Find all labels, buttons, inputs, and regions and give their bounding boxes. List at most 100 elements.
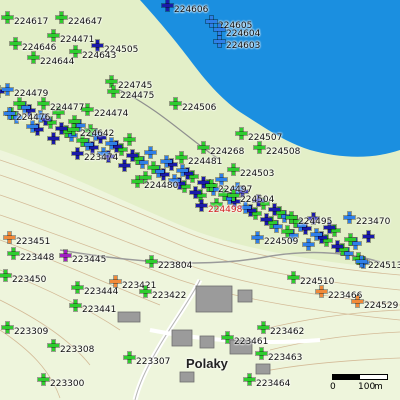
plus-marker-icon bbox=[261, 214, 272, 225]
marker-label: 224474 bbox=[94, 109, 129, 119]
marker-label: 224475 bbox=[120, 91, 155, 101]
marker-label: 223463 bbox=[268, 353, 303, 363]
marker-label: 224606 bbox=[174, 5, 209, 15]
marker-label: 223300 bbox=[50, 379, 85, 389]
marker-label: 223448 bbox=[20, 253, 55, 263]
marker-label: 224509 bbox=[264, 237, 299, 247]
scale-unit: m bbox=[374, 382, 383, 392]
plus-marker-icon bbox=[269, 204, 280, 215]
plus-marker-icon bbox=[344, 212, 355, 223]
marker-label: 224503 bbox=[240, 169, 275, 179]
marker-label: 223470 bbox=[356, 217, 391, 227]
plus-marker-icon bbox=[70, 46, 81, 57]
plus-marker-icon bbox=[106, 137, 117, 149]
plus-marker-icon bbox=[10, 38, 21, 49]
marker-label: 223450 bbox=[12, 275, 47, 285]
marker-label: 223308 bbox=[60, 345, 95, 355]
plus-marker-icon bbox=[82, 104, 93, 115]
marker-label: 223441 bbox=[82, 305, 117, 315]
plus-marker-icon bbox=[48, 340, 59, 351]
marker-label: 223474 bbox=[84, 153, 119, 163]
marker-label: 224476 bbox=[16, 113, 51, 123]
marker-label: 224644 bbox=[40, 57, 75, 67]
plus-marker-icon bbox=[332, 241, 343, 252]
plus-marker-icon bbox=[311, 228, 322, 240]
marker-label: 224495 bbox=[298, 217, 333, 227]
plus-marker-icon bbox=[316, 286, 327, 297]
marker-label: 223307 bbox=[136, 357, 171, 367]
plus-marker-icon bbox=[2, 84, 13, 95]
marker-label: 224504 bbox=[240, 195, 275, 205]
plus-marker-icon bbox=[258, 322, 269, 333]
plus-marker-icon bbox=[254, 142, 265, 153]
plus-marker-icon bbox=[56, 123, 67, 134]
plus-marker-icon bbox=[282, 226, 293, 238]
plus-marker-icon bbox=[124, 134, 135, 146]
plus-marker-icon bbox=[92, 40, 103, 51]
plus-marker-icon bbox=[38, 374, 49, 385]
plus-marker-icon bbox=[132, 176, 143, 187]
marker-label: 224481 bbox=[188, 157, 223, 167]
marker-label: 223309 bbox=[14, 327, 49, 337]
marker-label: 224642 bbox=[80, 129, 115, 139]
plus-marker-icon bbox=[345, 234, 356, 246]
plus-marker-icon bbox=[4, 232, 15, 243]
plus-marker-icon bbox=[236, 128, 247, 139]
scale-bar-graphic bbox=[332, 374, 388, 380]
plus-marker-icon bbox=[198, 142, 209, 153]
plus-marker-icon bbox=[56, 12, 67, 23]
plus-marker-icon bbox=[196, 200, 207, 211]
marker-label: 224508 bbox=[266, 147, 301, 157]
plus-marker-icon bbox=[70, 300, 81, 311]
plus-marker-icon bbox=[60, 250, 71, 261]
marker-label: 224529 bbox=[364, 301, 399, 311]
plus-marker-icon bbox=[352, 296, 363, 307]
marker-label: 224603 bbox=[226, 41, 261, 51]
plus-marker-icon bbox=[363, 231, 374, 242]
marker-label: 224513 bbox=[368, 261, 400, 271]
plus-marker-icon bbox=[214, 36, 225, 47]
marker-label: 224617 bbox=[14, 17, 49, 27]
marker-label: 224477 bbox=[50, 103, 85, 113]
marker-label: 224471 bbox=[60, 35, 95, 45]
marker-label: 223464 bbox=[256, 379, 291, 389]
plus-marker-icon bbox=[214, 24, 225, 35]
marker-label: 224498 bbox=[208, 205, 243, 215]
plus-marker-icon bbox=[190, 187, 201, 198]
marker-label: 223445 bbox=[72, 255, 107, 265]
marker-label: 223461 bbox=[234, 337, 269, 347]
marker-label: 223804 bbox=[158, 261, 193, 271]
plus-marker-icon bbox=[303, 238, 314, 250]
plus-marker-icon bbox=[286, 212, 297, 223]
plus-marker-icon bbox=[124, 352, 135, 363]
marker-label: 224643 bbox=[82, 51, 117, 61]
plus-marker-icon bbox=[72, 148, 83, 159]
plus-marker-icon bbox=[2, 12, 13, 23]
plus-marker-icon bbox=[28, 52, 39, 63]
plus-marker-icon bbox=[119, 160, 130, 171]
plus-marker-icon bbox=[38, 98, 49, 109]
plus-marker-icon bbox=[68, 124, 79, 135]
plus-marker-icon bbox=[145, 146, 156, 158]
plus-marker-icon bbox=[110, 276, 121, 287]
plus-marker-icon bbox=[148, 162, 159, 174]
plus-marker-icon bbox=[161, 155, 172, 167]
plus-marker-icon bbox=[108, 86, 119, 97]
marker-label: 223444 bbox=[84, 287, 119, 297]
marker-label: 224268 bbox=[210, 147, 245, 157]
scale-start: 0 bbox=[330, 382, 336, 392]
plus-marker-icon bbox=[14, 98, 25, 110]
plus-marker-icon bbox=[252, 232, 263, 243]
plus-marker-icon bbox=[206, 180, 217, 191]
map-view[interactable]: 224617 224647 224606 224605 224604 224603 2246… bbox=[0, 0, 400, 400]
plus-marker-icon bbox=[127, 150, 138, 161]
plus-marker-icon bbox=[48, 133, 59, 144]
plus-marker-icon bbox=[2, 322, 13, 333]
plus-marker-icon bbox=[244, 374, 255, 385]
plus-marker-icon bbox=[228, 164, 239, 175]
place-label: Polaky bbox=[186, 356, 228, 371]
plus-marker-icon bbox=[288, 272, 299, 283]
marker-label: 223422 bbox=[152, 291, 187, 301]
plus-marker-icon bbox=[72, 282, 83, 293]
plus-marker-icon bbox=[0, 270, 11, 281]
